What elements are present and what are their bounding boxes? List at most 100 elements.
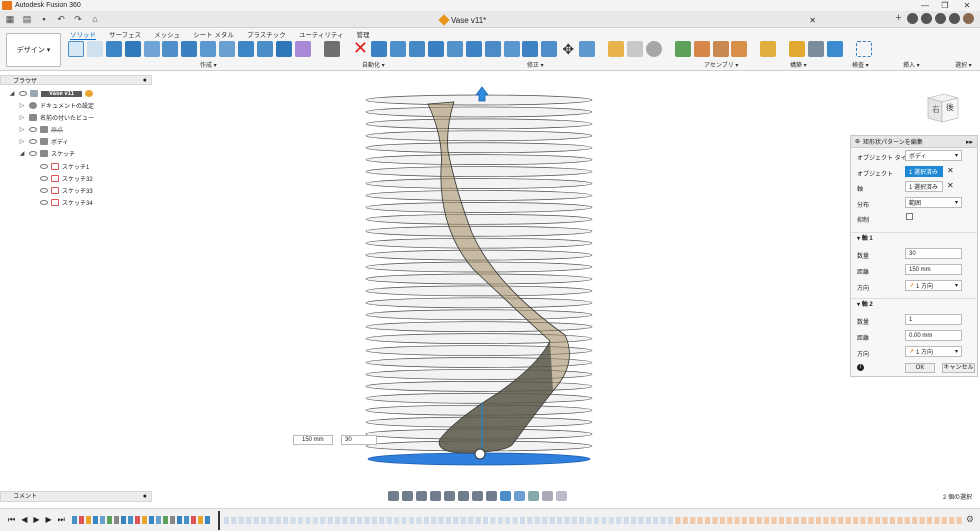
timeline-suppressed-feature-icon[interactable] <box>771 517 777 524</box>
user-avatar[interactable] <box>963 13 974 24</box>
timeline-settings-icon[interactable]: ⚙ <box>966 514 974 525</box>
tree-item-sketches[interactable]: ◢ スケッチ <box>18 148 75 159</box>
timeline-suppressed-feature-icon[interactable] <box>423 517 429 524</box>
timeline-suppressed-feature-icon[interactable] <box>409 517 414 524</box>
axis2-direction-select[interactable]: ↗ 1 方向 ▾ <box>905 346 962 357</box>
grid-icon[interactable] <box>472 491 483 501</box>
timeline-suppressed-feature-icon[interactable] <box>734 517 740 524</box>
axis2-distance-input[interactable]: 0.00 mm <box>905 330 962 341</box>
timeline-suppressed-feature-icon[interactable] <box>919 517 925 524</box>
timeline-suppressed-feature-icon[interactable] <box>431 517 437 524</box>
info-icon[interactable]: i <box>857 364 864 371</box>
look-at-icon[interactable] <box>402 491 413 501</box>
3d-viewport[interactable] <box>160 73 850 488</box>
timeline-suppressed-feature-icon[interactable] <box>823 517 829 524</box>
midplane-icon[interactable] <box>712 41 729 57</box>
comments-bar[interactable]: コメント ● <box>0 491 152 502</box>
axis-selection[interactable]: 1 選択済み <box>905 181 943 192</box>
loft-icon[interactable] <box>162 41 179 57</box>
wireframe-icon[interactable] <box>528 491 539 501</box>
timeline-suppressed-feature-icon[interactable] <box>527 517 533 524</box>
timeline-feature-icon[interactable] <box>177 516 182 524</box>
visibility-eye-icon[interactable] <box>40 164 48 169</box>
timeline-feature-icon[interactable] <box>135 516 140 524</box>
notifications-icon[interactable] <box>935 13 946 24</box>
suppress-checkbox[interactable] <box>906 213 913 220</box>
timeline-suppressed-feature-icon[interactable] <box>616 517 622 524</box>
chamfer-icon[interactable] <box>409 41 426 57</box>
axis-icon[interactable] <box>731 41 748 57</box>
visibility-eye-icon[interactable] <box>40 200 48 205</box>
timeline-suppressed-feature-icon[interactable] <box>238 517 244 524</box>
count-input[interactable]: 30 <box>341 435 377 445</box>
pattern-ring[interactable] <box>365 166 593 177</box>
shell-icon[interactable] <box>428 41 445 57</box>
expand-arrow-icon[interactable]: ▷ <box>18 126 26 133</box>
automate-menu[interactable]: 自動化 ▾ <box>362 60 385 69</box>
timeline-suppressed-feature-icon[interactable] <box>542 517 548 524</box>
timeline-suppressed-feature-icon[interactable] <box>512 517 518 524</box>
timeline-suppressed-feature-icon[interactable] <box>327 517 333 524</box>
timeline-feature-icon[interactable] <box>170 516 175 524</box>
timeline-suppressed-feature-icon[interactable] <box>305 517 311 524</box>
visibility-eye-icon[interactable] <box>40 176 48 181</box>
collapse-arrow-icon[interactable]: ◢ <box>8 90 16 97</box>
tree-item-named-views[interactable]: ▷ 名前の付いたビュー <box>18 112 94 123</box>
timeline-suppressed-feature-icon[interactable] <box>298 517 303 524</box>
timeline-suppressed-feature-icon[interactable] <box>756 517 762 524</box>
collapse-arrow-icon[interactable]: ◢ <box>18 150 26 157</box>
visibility-eye-icon[interactable] <box>19 91 27 96</box>
offset-face-icon[interactable] <box>503 41 520 57</box>
timeline-suppressed-feature-icon[interactable] <box>386 517 392 524</box>
undo-icon[interactable]: ↶ <box>54 13 68 26</box>
visibility-eye-icon[interactable] <box>40 188 48 193</box>
press-pull-icon[interactable] <box>371 41 388 57</box>
timeline-suppressed-feature-icon[interactable] <box>224 517 229 524</box>
maximize-button[interactable]: ❐ <box>934 0 956 11</box>
timeline-suppressed-feature-icon[interactable] <box>786 517 792 524</box>
pattern-ring[interactable] <box>365 142 593 154</box>
inspect-menu[interactable]: 検査 ▾ <box>852 60 869 69</box>
draft-icon[interactable] <box>446 41 463 57</box>
timeline-suppressed-feature-icon[interactable] <box>860 517 866 524</box>
scale-icon[interactable] <box>465 41 482 57</box>
timeline-suppressed-feature-icon[interactable] <box>534 517 540 524</box>
timeline-suppressed-feature-icon[interactable] <box>364 517 370 524</box>
redo-icon[interactable]: ↷ <box>71 13 85 26</box>
timeline-suppressed-feature-icon[interactable] <box>594 517 599 524</box>
tab-surface[interactable]: サーフェス <box>109 29 141 40</box>
create-sketch-icon[interactable] <box>68 41 84 57</box>
pattern-ring[interactable] <box>365 297 593 309</box>
modify-menu[interactable]: 修正 ▾ <box>527 60 544 69</box>
timeline-suppressed-feature-icon[interactable] <box>579 517 585 524</box>
timeline-feature-icon[interactable] <box>184 516 189 524</box>
data-panel-grid-icon[interactable]: ▦ <box>3 13 17 26</box>
fillet-icon[interactable] <box>390 41 407 57</box>
timeline-suppressed-feature-icon[interactable] <box>268 517 274 524</box>
visibility-eye-icon[interactable] <box>29 151 37 156</box>
timeline-suppressed-feature-icon[interactable] <box>505 517 511 524</box>
hidden-edges-icon[interactable] <box>542 491 553 501</box>
timeline-feature-icon[interactable] <box>191 516 196 524</box>
timeline-suppressed-feature-icon[interactable] <box>631 517 636 524</box>
timeline-suppressed-feature-icon[interactable] <box>660 517 666 524</box>
timeline-suppressed-feature-icon[interactable] <box>705 517 710 524</box>
timeline-suppressed-feature-icon[interactable] <box>312 517 318 524</box>
timeline-suppressed-feature-icon[interactable] <box>719 517 725 524</box>
help-icon[interactable] <box>949 13 960 24</box>
timeline-suppressed-feature-icon[interactable] <box>956 517 962 524</box>
timeline-suppressed-feature-icon[interactable] <box>290 517 296 524</box>
timeline-suppressed-feature-icon[interactable] <box>520 517 525 524</box>
tree-root[interactable]: ◢ Vase v11 <box>8 88 96 99</box>
display-settings-icon[interactable] <box>458 491 469 501</box>
pattern-ring[interactable] <box>365 106 593 118</box>
timeline-suppressed-feature-icon[interactable] <box>727 517 733 524</box>
step-back-icon[interactable]: ◀ <box>21 515 27 525</box>
active-radio-icon[interactable] <box>85 90 94 97</box>
axis1-count-input[interactable]: 30 <box>905 248 962 259</box>
timeline-feature-icon[interactable] <box>86 516 91 524</box>
timeline-suppressed-feature-icon[interactable] <box>490 517 496 524</box>
timeline-suppressed-feature-icon[interactable] <box>623 517 629 524</box>
tab-solid[interactable]: ソリッド <box>70 29 96 40</box>
close-window-button[interactable]: ✕ <box>956 0 978 11</box>
